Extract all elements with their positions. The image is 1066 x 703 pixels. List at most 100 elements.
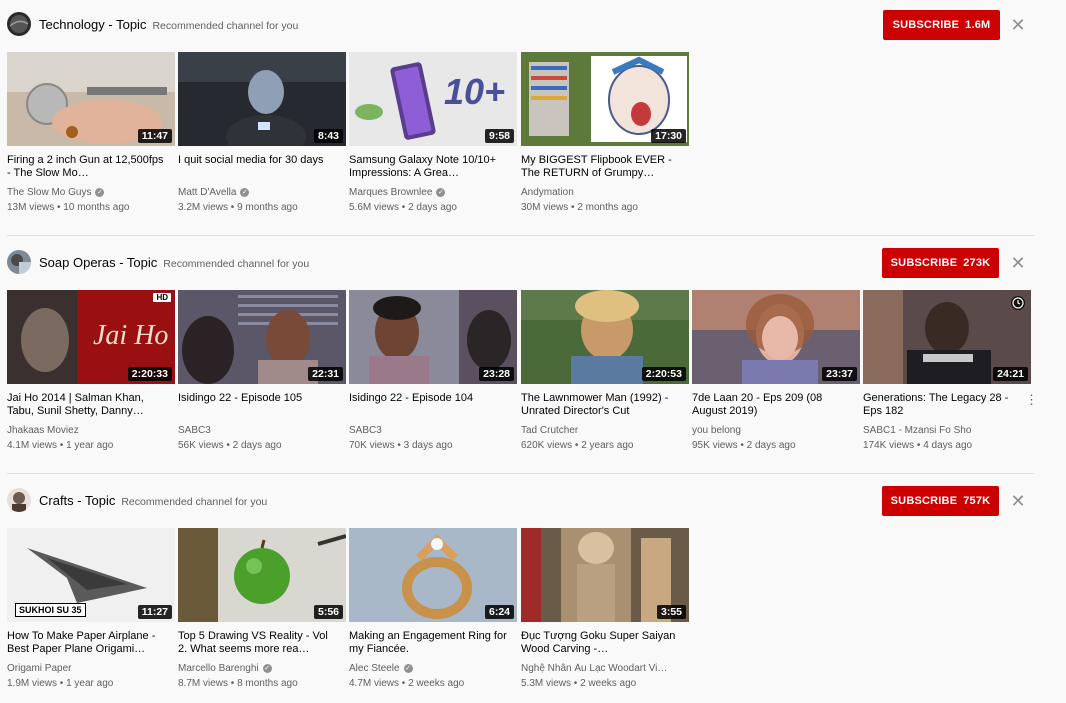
shelf-channel-name[interactable]: Crafts - Topic	[39, 493, 115, 508]
video-thumbnail[interactable]: 6:24	[349, 528, 517, 622]
verified-check-icon: ✓	[403, 663, 413, 673]
video-channel[interactable]: Marques Brownlee ✓	[349, 187, 511, 198]
more-vert-icon[interactable]: ⋮	[1025, 393, 1038, 409]
video-meta: 8.7M views • 8 months ago	[178, 678, 298, 689]
video-meta: 4.1M views • 1 year ago	[7, 440, 114, 451]
shelf-divider	[7, 235, 1034, 236]
subscriber-count: 757K	[963, 495, 991, 507]
video-duration: 3:55	[656, 605, 686, 619]
channel-name[interactable]: SABC1 - Mzansi Fo Sho	[863, 425, 971, 436]
video-duration: 6:24	[484, 605, 514, 619]
thumbnail-label: SUKHOI SU 35	[15, 603, 86, 617]
video-title[interactable]: Jai Ho 2014 | Salman Khan, Tabu, Sunil S…	[7, 392, 169, 418]
video-meta: 4.7M views • 2 weeks ago	[349, 678, 465, 689]
channel-avatar[interactable]	[7, 12, 31, 36]
video-channel[interactable]: Jhakaas Moviez	[7, 425, 169, 436]
video-title[interactable]: Đục Tượng Goku Super Saiyan Wood Carving…	[521, 630, 683, 656]
channel-avatar[interactable]	[7, 250, 31, 274]
channel-name[interactable]: Origami Paper	[7, 663, 71, 674]
video-title[interactable]: 7de Laan 20 - Eps 209 (08 August 2019)	[692, 392, 854, 418]
video-thumbnail[interactable]: SUKHOI SU 35 11:27	[7, 528, 175, 622]
video-channel[interactable]: Matt D'Avella ✓	[178, 187, 340, 198]
video-channel[interactable]: Tad Crutcher	[521, 425, 683, 436]
close-icon[interactable]: ✕	[1008, 15, 1028, 35]
channel-name[interactable]: Marques Brownlee	[349, 187, 432, 198]
shelf-channel-name[interactable]: Technology - Topic	[39, 17, 146, 32]
video-title[interactable]: Generations: The Legacy 28 - Eps 182	[863, 392, 1025, 418]
video-title[interactable]: Isidingo 22 - Episode 104	[349, 392, 511, 418]
video-channel[interactable]: Origami Paper	[7, 663, 169, 674]
video-thumbnail[interactable]: Jai Ho HD 2:20:33	[7, 290, 175, 384]
video-meta: 620K views • 2 years ago	[521, 440, 634, 451]
channel-name[interactable]: Jhakaas Moviez	[7, 425, 79, 436]
video-thumbnail[interactable]: 5:56	[178, 528, 346, 622]
subscriber-count: 1.6M	[965, 19, 991, 31]
video-title[interactable]: Top 5 Drawing VS Reality - Vol 2. What s…	[178, 630, 340, 656]
clock-icon[interactable]	[1011, 296, 1025, 310]
video-channel[interactable]: SABC3	[178, 425, 340, 436]
channel-name[interactable]: Alec Steele	[349, 663, 400, 674]
video-channel[interactable]: you belong	[692, 425, 854, 436]
video-thumbnail[interactable]: 23:37	[692, 290, 860, 384]
video-thumbnail[interactable]: 24:21	[863, 290, 1031, 384]
channel-name[interactable]: Andymation	[521, 187, 574, 198]
video-channel[interactable]: The Slow Mo Guys ✓	[7, 187, 169, 198]
video-meta: 1.9M views • 1 year ago	[7, 678, 114, 689]
close-icon[interactable]: ✕	[1008, 491, 1028, 511]
video-channel[interactable]: SABC1 - Mzansi Fo Sho	[863, 425, 1025, 436]
video-duration: 5:56	[313, 605, 343, 619]
shelf-title: Technology - Topic Recommended channel f…	[39, 17, 298, 32]
video-channel[interactable]: Alec Steele ✓	[349, 663, 511, 674]
video-thumbnail[interactable]: 10+ 9:58	[349, 52, 517, 146]
video-channel[interactable]: Andymation	[521, 187, 683, 198]
video-title[interactable]: Isidingo 22 - Episode 105	[178, 392, 340, 418]
channel-name[interactable]: SABC3	[349, 425, 382, 436]
video-title[interactable]: The Lawnmower Man (1992) - Unrated Direc…	[521, 392, 683, 418]
video-duration: 11:27	[137, 605, 172, 619]
video-thumbnail[interactable]: 22:31	[178, 290, 346, 384]
channel-name[interactable]: The Slow Mo Guys	[7, 187, 91, 198]
verified-check-icon: ✓	[95, 187, 105, 197]
shelf-subtitle: Recommended channel for you	[163, 258, 310, 270]
video-title[interactable]: Samsung Galaxy Note 10/10+ Impressions: …	[349, 154, 511, 180]
subscribe-button[interactable]: SUBSCRIBE 273K	[882, 248, 999, 278]
video-title[interactable]: How To Make Paper Airplane - Best Paper …	[7, 630, 169, 656]
close-icon[interactable]: ✕	[1008, 253, 1028, 273]
video-thumbnail[interactable]: 2:20:53	[521, 290, 689, 384]
video-title[interactable]: My BIGGEST Flipbook EVER - The RETURN of…	[521, 154, 683, 180]
video-title[interactable]: Making an Engagement Ring for my Fiancée…	[349, 630, 511, 656]
subscribe-button[interactable]: SUBSCRIBE 757K	[882, 486, 999, 516]
video-channel[interactable]: Marcello Barenghi ✓	[178, 663, 340, 674]
shelf-channel-name[interactable]: Soap Operas - Topic	[39, 255, 157, 270]
channel-name[interactable]: Nghệ Nhân Âu Lạc Woodart Vi…	[521, 663, 667, 674]
video-thumbnail[interactable]: 11:47	[7, 52, 175, 146]
video-duration: 2:20:53	[641, 367, 686, 381]
video-duration: 17:30	[651, 129, 686, 143]
video-meta: 13M views • 10 months ago	[7, 202, 130, 213]
video-title[interactable]: I quit social media for 30 days	[178, 154, 340, 180]
video-thumbnail[interactable]: 17:30	[521, 52, 689, 146]
video-channel[interactable]: Nghệ Nhân Âu Lạc Woodart Vi…	[521, 663, 683, 674]
video-duration: 2:20:33	[127, 367, 172, 381]
channel-name[interactable]: Matt D'Avella	[178, 187, 236, 198]
video-meta: 95K views • 2 days ago	[692, 440, 796, 451]
channel-name[interactable]: you belong	[692, 425, 741, 436]
channel-name[interactable]: SABC3	[178, 425, 211, 436]
subscribe-label: SUBSCRIBE	[890, 495, 958, 507]
subscriber-count: 273K	[963, 257, 991, 269]
subscribe-button[interactable]: SUBSCRIBE 1.6M	[883, 10, 1000, 40]
shelf-subtitle: Recommended channel for you	[121, 496, 268, 508]
video-duration: 24:21	[993, 367, 1028, 381]
video-thumbnail[interactable]: 8:43	[178, 52, 346, 146]
subscribe-label: SUBSCRIBE	[892, 19, 960, 31]
video-channel[interactable]: SABC3	[349, 425, 511, 436]
channel-name[interactable]: Tad Crutcher	[521, 425, 578, 436]
video-thumbnail[interactable]: 3:55	[521, 528, 689, 622]
video-meta: 5.6M views • 2 days ago	[349, 202, 457, 213]
video-meta: 70K views • 3 days ago	[349, 440, 453, 451]
channel-avatar[interactable]	[7, 488, 31, 512]
video-duration: 23:28	[479, 367, 514, 381]
channel-name[interactable]: Marcello Barenghi	[178, 663, 259, 674]
video-thumbnail[interactable]: 23:28	[349, 290, 517, 384]
video-title[interactable]: Firing a 2 inch Gun at 12,500fps - The S…	[7, 154, 169, 180]
